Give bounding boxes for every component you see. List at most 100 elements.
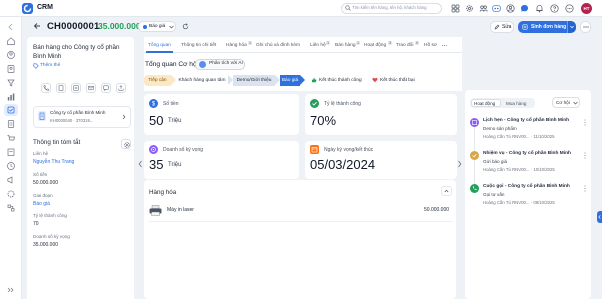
- tab-activities[interactable]: Hoạt động: [364, 43, 386, 48]
- pipeline-stage-demo[interactable]: Demo/Giới thiệu: [233, 75, 275, 86]
- more-vertical-icon[interactable]: [583, 119, 587, 126]
- kpi-close-date-value: 05/03/2024: [310, 157, 376, 172]
- gear-icon: [124, 142, 130, 148]
- more-vertical-icon[interactable]: [583, 185, 587, 192]
- mark-won-button[interactable]: Kết thúc thành công: [319, 78, 362, 83]
- add-note-button[interactable]: [71, 83, 81, 93]
- notification-bell-icon[interactable]: [535, 4, 544, 13]
- tasks-icon[interactable]: [6, 161, 16, 171]
- tab-discussion[interactable]: Trao đổi: [396, 43, 413, 48]
- tab-products[interactable]: Hàng hóa: [226, 43, 247, 48]
- more-actions-button[interactable]: [580, 21, 591, 33]
- customer-name: Công ty cổ phần Bình Minh: [50, 110, 106, 115]
- kpi-success-rate-value: 70%: [310, 113, 337, 128]
- activity-title[interactable]: Cuộc gọi - Công ty cổ phần Bình Minh: [483, 184, 570, 189]
- add-tag-link[interactable]: Thêm thẻ: [40, 63, 60, 68]
- collapse-sidebar-icon[interactable]: [6, 22, 16, 32]
- invoices-icon[interactable]: [6, 147, 16, 157]
- tab-contacts[interactable]: Liên hệ: [310, 43, 326, 48]
- pencil-icon: [494, 24, 500, 30]
- tab-details[interactable]: Thông tin chi tiết: [181, 43, 216, 48]
- reports-icon[interactable]: [6, 92, 16, 102]
- product-name: Máy in laser: [167, 207, 194, 213]
- share-icon: [118, 85, 124, 91]
- more-vertical-icon[interactable]: [583, 152, 587, 159]
- field-value-success-rate: 70: [33, 221, 39, 227]
- tag-icon: [33, 63, 39, 69]
- activity-description: Gọi tư vấn: [483, 192, 505, 197]
- divider: [149, 221, 453, 222]
- timeline-connector: [474, 127, 475, 151]
- pipeline-stage-interested[interactable]: Khách hàng quan tâm: [176, 75, 228, 86]
- add-document-button[interactable]: [56, 83, 66, 93]
- products-collapse-button[interactable]: [441, 186, 452, 196]
- activity-description: Gửi báo giá: [483, 159, 508, 164]
- settings-gear-icon[interactable]: [465, 4, 474, 13]
- back-arrow-icon[interactable]: [33, 22, 41, 30]
- community-icon[interactable]: [479, 4, 488, 13]
- search-icon: [345, 5, 351, 11]
- crm-logo[interactable]: [22, 3, 33, 14]
- tab-overview[interactable]: Tổng quan: [148, 43, 171, 48]
- customers-icon[interactable]: [6, 50, 16, 60]
- send-email-button[interactable]: [86, 83, 96, 93]
- kpi-amount-value: 50: [149, 113, 164, 128]
- deal-amount: 35.000.000: [98, 21, 141, 31]
- campaigns-icon[interactable]: [6, 175, 16, 185]
- integrations-icon[interactable]: [6, 203, 16, 213]
- summary-settings-button[interactable]: [121, 139, 131, 149]
- collapse-left-panel-icon[interactable]: [138, 160, 143, 168]
- refresh-icon[interactable]: [182, 22, 189, 30]
- grid-apps-icon[interactable]: [451, 4, 460, 13]
- phone-call-icon: [470, 184, 479, 193]
- call-button[interactable]: [41, 83, 51, 93]
- building-icon: [38, 111, 46, 121]
- thumbs-up-icon: [312, 77, 317, 83]
- activity-title[interactable]: Lịch hẹn - Công ty cổ phần Bình Minh: [483, 118, 569, 123]
- tab-notes[interactable]: Ghi chú và đính kèm: [256, 43, 300, 48]
- opportunities-icon[interactable]: [6, 105, 16, 115]
- smart-assistant-icon[interactable]: [492, 4, 501, 13]
- mark-lost-button[interactable]: Kết thúc thất bại: [380, 78, 415, 83]
- collapse-right-panel-icon[interactable]: [457, 160, 462, 168]
- activity-description: Demo sản phẩm: [483, 126, 517, 131]
- tab-overflow-icon[interactable]: [441, 43, 448, 48]
- send-sms-button[interactable]: [101, 83, 111, 93]
- quotes-icon[interactable]: [6, 119, 16, 129]
- home-icon[interactable]: [6, 36, 16, 46]
- deal-title: Bán hàng cho Công ty cổ phần Bình Minh: [33, 44, 120, 60]
- share-button[interactable]: [116, 83, 126, 93]
- orders-icon[interactable]: [6, 133, 16, 143]
- summary-title: Thông tin tóm tắt: [33, 139, 81, 146]
- profile-menu-icon[interactable]: [565, 4, 574, 13]
- edit-button-label: Sửa: [502, 24, 512, 30]
- chevron-up-icon: [444, 189, 449, 193]
- kpi-expected-revenue-unit: Triệu: [168, 162, 182, 168]
- pipeline-stage-quote[interactable]: Báo giá: [280, 75, 300, 86]
- side-drawer-toggle[interactable]: [597, 211, 602, 223]
- activity-title[interactable]: Nhiệm vụ - Công ty cổ phần Bình Minh: [483, 151, 571, 156]
- contacts-icon[interactable]: [6, 64, 16, 74]
- chat-icon[interactable]: [520, 4, 529, 13]
- settings-icon[interactable]: [6, 189, 16, 199]
- tab-sales[interactable]: Bán hàng: [335, 43, 356, 48]
- phone-icon: [43, 85, 50, 91]
- help-icon[interactable]: [550, 4, 559, 13]
- create-order-dropdown[interactable]: [567, 21, 576, 33]
- contact-card-icon[interactable]: [506, 4, 515, 13]
- leads-icon[interactable]: [6, 78, 16, 88]
- activity-meta: Hoàng Cần Tú RNV00... · 09/10/2025: [483, 200, 555, 205]
- field-label-success-rate: Tỷ lệ thành công: [33, 213, 67, 218]
- field-value-stage[interactable]: Báo giá: [33, 201, 50, 207]
- expand-sidebar-icon[interactable]: [7, 287, 15, 293]
- deal-info-panel: [27, 37, 134, 299]
- segment-purchases[interactable]: Mua hàng: [506, 101, 526, 106]
- chevron-right-icon: [122, 114, 126, 120]
- tab-records[interactable]: Hồ sơ: [424, 43, 437, 48]
- tab-activities-badge: 3: [388, 41, 392, 45]
- pipeline-stage-approach[interactable]: Tiếp cận: [144, 75, 171, 86]
- field-value-contact[interactable]: Nguyễn Thu Trang: [33, 159, 74, 165]
- user-avatar[interactable]: HT: [581, 3, 592, 14]
- more-horizontal-icon: [583, 26, 589, 28]
- kpi-close-date-label: Ngày ký vọng/kết thúc: [324, 146, 374, 153]
